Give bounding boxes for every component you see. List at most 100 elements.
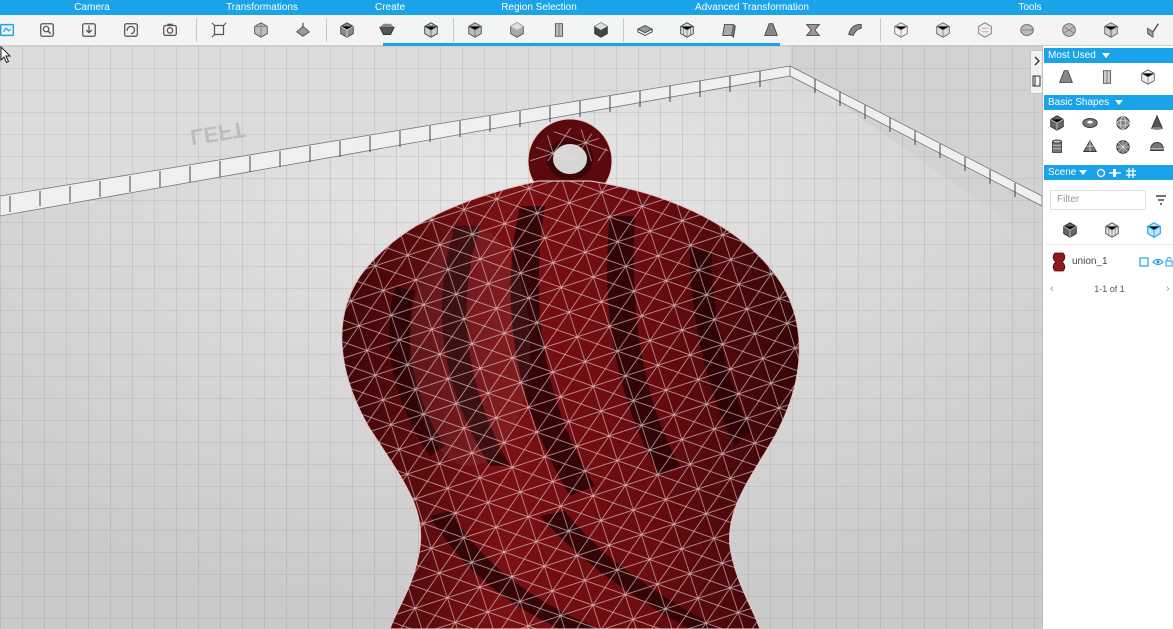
inspect-button[interactable] xyxy=(974,19,996,41)
select-checkbox-icon[interactable] xyxy=(1139,257,1149,267)
snapshot-icon xyxy=(163,23,177,37)
shape-torus-button[interactable] xyxy=(1080,113,1100,133)
frame-selected-button[interactable] xyxy=(78,19,100,41)
toolbar-separator xyxy=(326,18,327,42)
bend-button[interactable] xyxy=(718,19,740,41)
measure-button[interactable] xyxy=(932,19,954,41)
ornament-thumbnail-icon xyxy=(1052,252,1066,272)
shape-pyramid-button[interactable] xyxy=(1080,137,1100,157)
group-create-label: Create xyxy=(374,2,406,13)
offset-button[interactable] xyxy=(676,19,698,41)
most-used-title: Most Used xyxy=(1048,50,1096,61)
group-transformations-label: Transformations xyxy=(226,2,298,13)
most-used-header[interactable]: Most Used xyxy=(1044,48,1173,63)
most-used-mesh-button[interactable] xyxy=(1138,67,1158,87)
shape-sphere-button[interactable] xyxy=(1113,113,1133,133)
zoom-fit-icon xyxy=(40,23,54,37)
panel-layout-icon xyxy=(1032,75,1041,87)
mesh-cube-icon xyxy=(1141,69,1155,85)
boolean-icon xyxy=(1104,22,1118,38)
shape-cube-button[interactable] xyxy=(1047,113,1067,133)
snapshot-button[interactable] xyxy=(159,19,181,41)
scene-transparent-view-button[interactable] xyxy=(1144,220,1164,240)
move-button[interactable] xyxy=(208,19,230,41)
scene-grid-icon[interactable] xyxy=(1126,168,1136,178)
box-icon xyxy=(1102,70,1112,84)
invert-region-button[interactable] xyxy=(590,19,612,41)
scene-wireframe-view-button[interactable] xyxy=(1102,220,1122,240)
scene-item-union-1[interactable]: union_1 xyxy=(1046,250,1173,274)
home-view-icon xyxy=(0,23,15,37)
orbit-icon xyxy=(124,23,138,37)
shape-cylinder-button[interactable] xyxy=(1047,137,1067,157)
scene-view-toggle-icon[interactable] xyxy=(1096,168,1106,178)
grow-region-button[interactable] xyxy=(506,19,528,41)
scene-header[interactable]: Scene xyxy=(1044,165,1173,180)
hollow-button[interactable] xyxy=(1058,19,1080,41)
pager-next-button[interactable]: › xyxy=(1166,283,1170,295)
rotate-button[interactable] xyxy=(250,19,272,41)
select-region-button[interactable] xyxy=(464,19,486,41)
shape-icosphere-button[interactable] xyxy=(1113,137,1133,157)
scene-slider-icon[interactable] xyxy=(1108,168,1122,178)
extrude-button[interactable] xyxy=(634,19,656,41)
add-box-icon xyxy=(340,22,354,38)
frame-selected-icon xyxy=(82,23,96,37)
mouse-cursor-icon xyxy=(0,46,12,64)
main-toolbar: Camera Transformations Create Region Sel… xyxy=(0,0,1173,46)
inspect-icon xyxy=(978,22,992,38)
scale-button[interactable] xyxy=(292,19,314,41)
scene-filter-input[interactable]: Filter xyxy=(1050,190,1146,210)
visibility-eye-icon[interactable] xyxy=(1152,257,1164,267)
chevron-right-icon xyxy=(1034,56,1040,66)
basic-shapes-title: Basic Shapes xyxy=(1048,97,1110,108)
app-window: Camera Transformations Create Region Sel… xyxy=(0,0,1173,629)
3d-viewport[interactable]: LEFT xyxy=(0,46,1042,629)
home-view-button[interactable] xyxy=(0,19,18,41)
wireframe-cube-icon xyxy=(1105,222,1119,238)
chevron-down-icon xyxy=(1079,169,1088,175)
basic-shapes-header[interactable]: Basic Shapes xyxy=(1044,95,1173,110)
cone-icon xyxy=(1150,114,1164,130)
cube-icon xyxy=(1050,115,1064,131)
toolbar-separator xyxy=(880,18,881,42)
twist-button[interactable] xyxy=(802,19,824,41)
lock-icon[interactable] xyxy=(1165,257,1173,267)
pager-status: 1-1 of 1 xyxy=(1094,284,1125,294)
scene-pager: ‹ 1-1 of 1 › xyxy=(1046,283,1173,297)
icosphere-icon xyxy=(1116,140,1130,154)
extrude-icon xyxy=(636,24,654,36)
add-shape-icon xyxy=(379,23,395,35)
taper-button[interactable] xyxy=(760,19,782,41)
sphere-icon xyxy=(1116,116,1130,130)
most-used-cone-button[interactable] xyxy=(1056,67,1076,87)
repair-button[interactable] xyxy=(1016,19,1038,41)
smooth-button[interactable] xyxy=(844,19,866,41)
boolean-button[interactable] xyxy=(1100,19,1122,41)
shape-cone-button[interactable] xyxy=(1147,113,1167,133)
grow-region-icon xyxy=(510,22,524,38)
filter-options-icon[interactable] xyxy=(1154,193,1168,207)
scene-solid-view-button[interactable] xyxy=(1060,220,1080,240)
toggle-panel-layout-button[interactable] xyxy=(1031,71,1042,91)
zoom-fit-button[interactable] xyxy=(36,19,58,41)
cone-icon xyxy=(1059,70,1073,83)
solid-cube-icon xyxy=(1063,222,1077,238)
analyze-button[interactable] xyxy=(890,19,912,41)
viewport-canvas: LEFT xyxy=(0,46,1042,629)
scale-icon xyxy=(295,22,311,37)
collapse-panel-button[interactable] xyxy=(1031,51,1042,71)
orbit-button[interactable] xyxy=(120,19,142,41)
taper-icon xyxy=(764,23,778,36)
cylinder-icon xyxy=(1052,139,1062,153)
group-advanced-transformation-label: Advanced Transformation xyxy=(695,2,809,13)
export-button[interactable] xyxy=(1142,19,1164,41)
add-box-button[interactable] xyxy=(336,19,358,41)
most-used-box-button[interactable] xyxy=(1097,67,1117,87)
shrink-region-button[interactable] xyxy=(548,19,570,41)
shape-hemisphere-button[interactable] xyxy=(1147,137,1167,157)
pyramid-icon xyxy=(1082,139,1098,152)
add-shape-button[interactable] xyxy=(376,19,398,41)
add-mesh-button[interactable] xyxy=(420,19,442,41)
analyze-icon xyxy=(894,22,908,38)
